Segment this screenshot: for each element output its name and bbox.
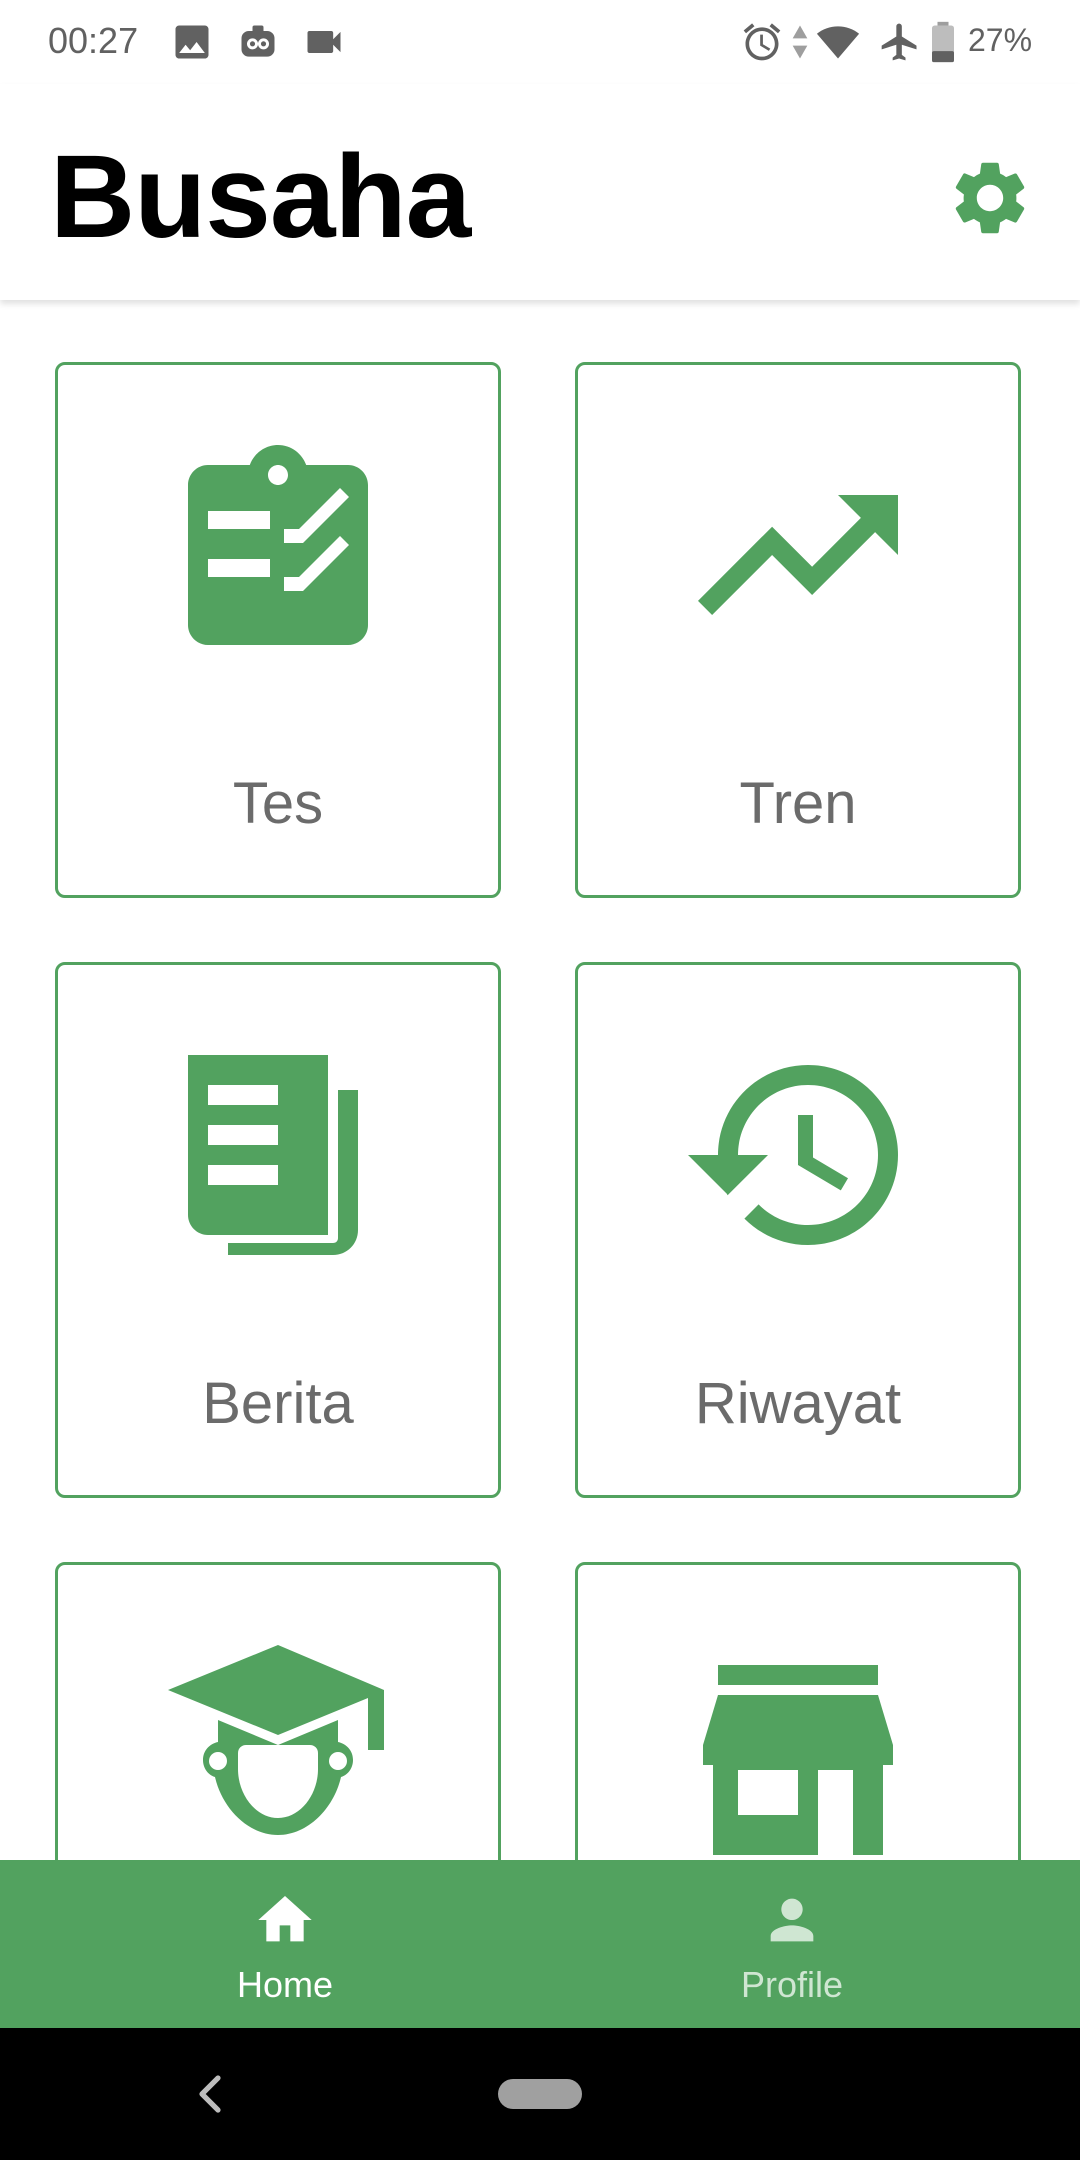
app-bar: Busaha — [0, 84, 1080, 300]
battery-icon — [932, 21, 954, 63]
wifi-icon — [816, 26, 860, 59]
graduate-icon — [168, 1645, 384, 1835]
menu-card-label: Berita — [202, 1371, 354, 1436]
newspaper-icon — [188, 1055, 358, 1255]
nav-item-profile[interactable]: Profile — [522, 1860, 1062, 2028]
nav-item-label: Home — [236, 1964, 334, 2005]
back-icon[interactable] — [190, 2070, 230, 2118]
video-camera-icon — [307, 31, 341, 53]
clipboard-checklist-icon — [188, 445, 368, 645]
home-icon — [258, 1896, 312, 1942]
app-title: Busaha — [50, 131, 471, 263]
menu-card-label: Tren — [739, 771, 857, 836]
status-time: 00:27 — [48, 20, 139, 61]
data-arrows-icon — [792, 25, 808, 59]
store-icon — [703, 1665, 893, 1855]
menu-card-graduate[interactable] — [55, 1562, 501, 1860]
person-icon — [770, 1898, 814, 1942]
menu-card-tren[interactable]: Tren — [575, 362, 1021, 898]
gear-icon[interactable] — [946, 154, 1034, 242]
history-icon — [688, 1065, 898, 1245]
menu-card-berita[interactable]: Berita — [55, 962, 501, 1498]
nav-item-label: Profile — [740, 1964, 844, 2005]
system-nav-bar — [0, 2028, 1080, 2160]
image-icon — [175, 25, 209, 59]
home-pill[interactable] — [498, 2079, 582, 2109]
menu-grid: Tes Tren Berita Riwayat — [0, 300, 1080, 1860]
menu-card-store[interactable] — [575, 1562, 1021, 1860]
status-bar: 00:27 27% — [0, 0, 1080, 84]
alarm-icon — [743, 23, 781, 61]
menu-card-label: Riwayat — [694, 1371, 902, 1436]
battery-percent: 27% — [968, 22, 1033, 58]
owl-app-icon — [241, 25, 275, 57]
airplane-icon — [881, 23, 917, 61]
bottom-nav: Home Profile — [0, 1860, 1080, 2028]
trending-up-icon — [698, 495, 898, 615]
menu-card-label: Tes — [232, 771, 324, 836]
menu-card-riwayat[interactable]: Riwayat — [575, 962, 1021, 1498]
nav-item-home[interactable]: Home — [15, 1860, 555, 2028]
menu-card-tes[interactable]: Tes — [55, 362, 501, 898]
